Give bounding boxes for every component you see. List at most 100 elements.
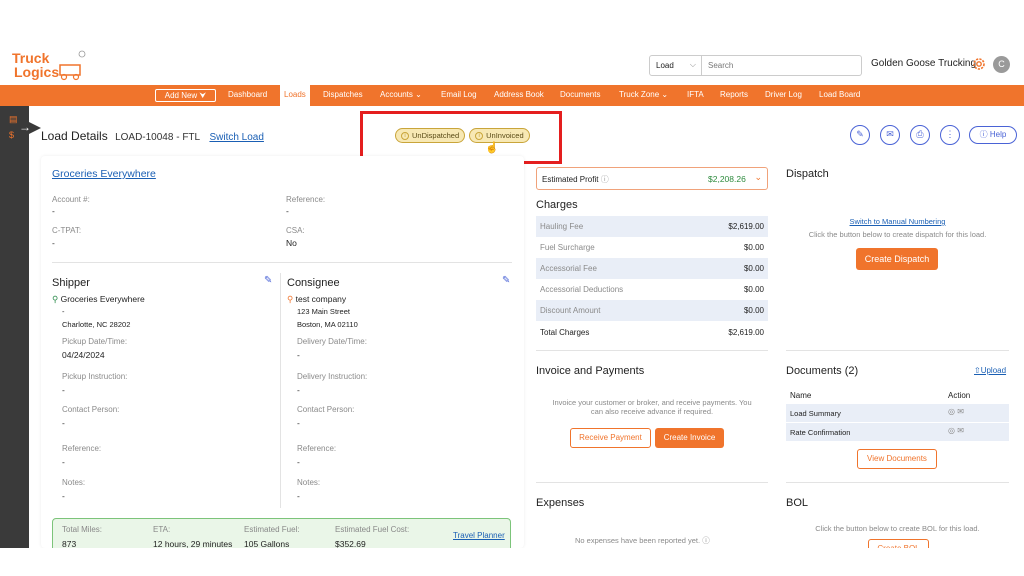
miles-value: 873 bbox=[62, 539, 77, 548]
delivery-instr-value: - bbox=[297, 385, 300, 395]
email-icon[interactable]: ✉ bbox=[880, 125, 900, 145]
consignee-notes-value: - bbox=[297, 491, 300, 501]
document-row[interactable]: Load Summary ◎ ✉ bbox=[786, 404, 1009, 422]
charges-title: Charges bbox=[536, 199, 578, 211]
load-id: LOAD-10048 - FTL bbox=[115, 132, 201, 143]
load-info-card bbox=[41, 156, 524, 548]
nav-load-board[interactable]: Load Board bbox=[819, 90, 860, 99]
bol-title: BOL bbox=[786, 497, 809, 509]
create-invoice-button[interactable]: Create Invoice bbox=[655, 428, 724, 448]
shipper-ref-value: - bbox=[62, 457, 65, 467]
reference-label: Reference: bbox=[286, 195, 326, 204]
account-label: Account #: bbox=[52, 195, 90, 204]
divider bbox=[786, 482, 1009, 483]
app-window: Truck Logics Load ⌵ Search Golden Goose … bbox=[0, 45, 1024, 548]
chevron-down-icon: ⌄ bbox=[754, 172, 762, 182]
edit-icon[interactable]: ✎ bbox=[850, 125, 870, 145]
mouse-cursor-icon: ☝ bbox=[485, 142, 499, 154]
invoice-hint: Invoice your customer or broker, and rec… bbox=[552, 398, 752, 416]
ctpat-label: C-TPAT: bbox=[52, 226, 82, 235]
manual-numbering-link[interactable]: Switch to Manual Numbering bbox=[786, 217, 1009, 226]
nav-loads[interactable]: Loads bbox=[280, 85, 310, 106]
add-new-button[interactable]: Add New ⮟ bbox=[155, 89, 216, 102]
document-row[interactable]: Rate Confirmation ◎ ✉ bbox=[786, 423, 1009, 441]
consignee-ref-label: Reference: bbox=[297, 444, 337, 453]
page-title: Load Details bbox=[41, 129, 108, 143]
nav-reports[interactable]: Reports bbox=[720, 90, 748, 99]
expenses-title: Expenses bbox=[536, 497, 585, 509]
shipper-notes-value: - bbox=[62, 491, 65, 501]
print-icon[interactable]: ⎙ bbox=[910, 125, 930, 145]
view-email-icons: ◎ ✉ bbox=[948, 426, 964, 435]
estimated-profit-box[interactable]: Estimated Profit ⓘ $2,208.26 ⌄ bbox=[536, 167, 768, 190]
search-scope-value: Load bbox=[656, 61, 674, 70]
expand-sidebar-button[interactable]: → bbox=[17, 116, 41, 140]
dispatch-title: Dispatch bbox=[786, 168, 829, 180]
shipper-notes-label: Notes: bbox=[62, 478, 86, 487]
more-icon[interactable]: ⋮ bbox=[940, 125, 960, 145]
avatar[interactable]: C bbox=[993, 56, 1010, 73]
travel-planner-link[interactable]: Travel Planner bbox=[453, 531, 505, 540]
nav-email-log[interactable]: Email Log bbox=[441, 90, 477, 99]
divider bbox=[536, 482, 768, 483]
charge-row: Discount Amount $0.00 bbox=[536, 300, 768, 321]
shipper-contact-label: Contact Person: bbox=[62, 405, 120, 414]
nav-ifta[interactable]: IFTA bbox=[687, 90, 704, 99]
search-scope-select[interactable]: Load ⌵ bbox=[649, 55, 702, 76]
customer-name-link[interactable]: Groceries Everywhere bbox=[52, 168, 156, 180]
help-button[interactable]: ⓘ Help bbox=[969, 126, 1017, 144]
gear-icon[interactable] bbox=[971, 56, 987, 72]
consignee-contact-value: - bbox=[297, 418, 300, 428]
charge-row: Accessorial Fee $0.00 bbox=[536, 258, 768, 279]
page-header: Load Details LOAD-10048 - FTL Switch Loa… bbox=[41, 129, 264, 143]
eta-value: 12 hours, 29 minutes bbox=[153, 539, 233, 548]
shipper-contact-value: - bbox=[62, 418, 65, 428]
main-nav: Add New ⮟ Dashboard Loads Dispatches Acc… bbox=[0, 85, 1024, 106]
view-email-icons: ◎ ✉ bbox=[948, 407, 964, 416]
upload-link[interactable]: ⇧Upload bbox=[974, 366, 1006, 375]
edit-shipper-icon[interactable]: ✎ bbox=[264, 275, 272, 286]
col-name-header: Name bbox=[790, 391, 812, 400]
consignee-title: Consignee bbox=[287, 277, 340, 289]
receive-payment-button[interactable]: Receive Payment bbox=[570, 428, 651, 448]
reference-value: - bbox=[286, 206, 289, 216]
pickup-instr-value: - bbox=[62, 385, 65, 395]
nav-address-book[interactable]: Address Book bbox=[494, 90, 544, 99]
invoice-title: Invoice and Payments bbox=[536, 365, 645, 377]
profit-value: $2,208.26 bbox=[708, 174, 746, 184]
column-divider bbox=[280, 273, 281, 508]
switch-load-link[interactable]: Switch Load bbox=[209, 132, 263, 143]
profit-label: Estimated Profit ⓘ bbox=[542, 175, 609, 184]
dispatch-hint: Click the button below to create dispatc… bbox=[808, 230, 987, 239]
nav-accounts[interactable]: Accounts ⌄ bbox=[380, 90, 422, 99]
view-documents-button[interactable]: View Documents bbox=[857, 449, 937, 469]
divider bbox=[536, 350, 768, 351]
create-bol-button[interactable]: Create BOL bbox=[868, 539, 929, 548]
csa-label: CSA: bbox=[286, 226, 305, 235]
shipper-line1: - bbox=[62, 307, 65, 316]
pickup-instr-label: Pickup Instruction: bbox=[62, 372, 128, 381]
nav-dispatches[interactable]: Dispatches bbox=[323, 90, 363, 99]
nav-dashboard[interactable]: Dashboard bbox=[228, 90, 267, 99]
fuel-cost-label: Estimated Fuel Cost: bbox=[335, 525, 410, 534]
shipper-name: Groceries Everywhere bbox=[60, 294, 145, 304]
nav-documents[interactable]: Documents bbox=[560, 90, 600, 99]
create-dispatch-button[interactable]: Create Dispatch bbox=[856, 248, 938, 270]
shipper-title: Shipper bbox=[52, 277, 90, 289]
nav-driver-log[interactable]: Driver Log bbox=[765, 90, 802, 99]
consignee-line1: 123 Main Street bbox=[297, 307, 350, 316]
nav-truck-zone[interactable]: Truck Zone ⌄ bbox=[619, 90, 668, 99]
consignee-name: test company bbox=[295, 294, 347, 304]
edit-consignee-icon[interactable]: ✎ bbox=[502, 275, 510, 286]
consignee-line2: Boston, MA 02110 bbox=[297, 320, 358, 329]
bol-hint: Click the button below to create BOL for… bbox=[815, 524, 980, 533]
divider bbox=[52, 262, 512, 263]
help-label: Help bbox=[989, 130, 1007, 139]
eta-label: ETA: bbox=[153, 525, 171, 534]
truck-logics-logo[interactable]: Truck Logics bbox=[12, 49, 90, 81]
sidebar: ▤ $ bbox=[0, 106, 29, 548]
company-name: Golden Goose Trucking bbox=[871, 58, 977, 69]
search-input[interactable]: Search bbox=[702, 55, 862, 76]
location-pin-icon: ⚲ bbox=[52, 294, 59, 304]
delivery-date-value: - bbox=[297, 350, 300, 360]
